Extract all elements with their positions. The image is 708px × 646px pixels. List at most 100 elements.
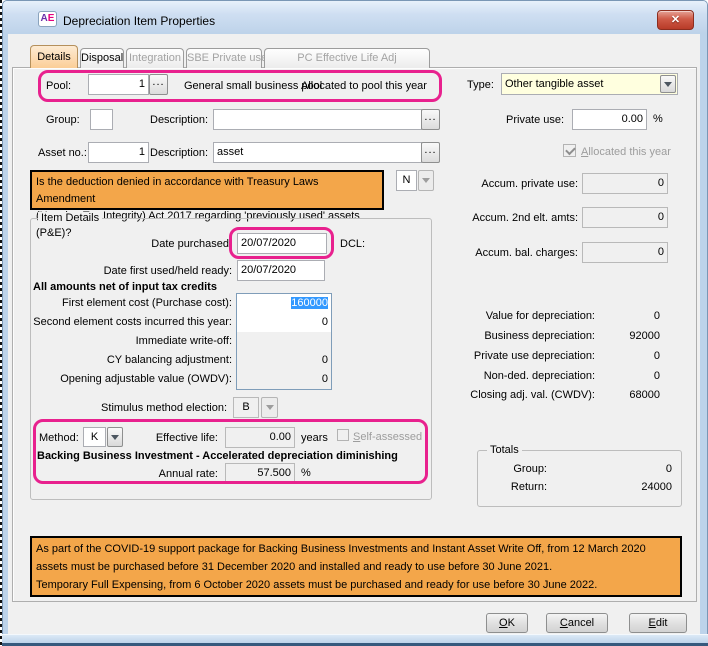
app-icon: AE [38,11,57,27]
asset-no-input[interactable]: 1 [88,142,149,163]
tab-pc-effective-life-adj-label: PC Effective Life Adj [297,52,396,64]
accum-bal-charges-field: 0 [582,242,668,263]
accum-private-use-field: 0 [582,173,668,194]
effective-life-label: Effective life: [120,432,218,445]
group-description-label: Description: [150,114,208,127]
tab-disposal-label: Disposal [81,52,123,64]
pool-allocated-text: Allocated to pool this year [301,80,427,93]
private-use-input[interactable]: 0.00 [572,109,647,130]
cy-balancing-adjustment-field: 0 [237,351,331,370]
ok-button-label: OK [499,614,515,632]
tab-pc-effective-life-adj: PC Effective Life Adj [264,48,430,68]
first-element-cost-value: 160000 [291,297,328,309]
annual-rate-label: Annual rate: [120,468,218,481]
deduction-warning-box: Is the deduction denied in accordance wi… [30,170,384,210]
item-details-title: Item Details [38,212,102,225]
chevron-down-icon [664,82,672,87]
value-for-depreciation-value: 0 [570,310,660,323]
covid-note-line2: assets must be purchased before 31 Decem… [36,558,676,576]
asset-no-label: Asset no.: [38,147,87,160]
depreciation-properties-dialog: AE Depreciation Item Properties ✕ Detail… [0,0,708,646]
method-description-text: Backing Business Investment - Accelerate… [37,450,398,463]
tab-details-label: Details [37,51,71,63]
tab-disposal[interactable]: Disposal [80,48,124,68]
selection-marquee [0,0,2,646]
method-label: Method: [39,432,79,445]
totals-return-value: 24000 [560,481,672,494]
totals-title: Totals [487,444,522,457]
totals-group-value: 0 [560,463,672,476]
covid-note-box: As part of the COVID-19 support package … [30,536,682,597]
pool-input[interactable]: 1 [88,74,149,95]
tab-sbe-private-use: SBE Private use [186,48,262,68]
totals-return-label: Return: [490,481,547,494]
group-input[interactable] [90,109,113,130]
type-select[interactable]: Other tangible asset [501,73,678,95]
immediate-write-off-field [237,332,331,351]
close-button[interactable]: ✕ [657,10,694,30]
asset-description-label: Description: [150,147,208,160]
owdv-field: 0 [237,370,331,389]
asset-description-browse-button[interactable]: ... [421,142,440,163]
tab-integration-label: Integration [129,52,181,64]
private-use-label: Private use: [506,114,564,127]
covid-note-line3: Temporary Full Expensing, from 6 October… [36,576,676,594]
stimulus-method-input: B [233,397,259,418]
annual-rate-unit: % [301,467,311,480]
effective-life-input: 0.00 [225,427,295,448]
accum-2nd-elt-label: Accum. 2nd elt. amts: [420,212,578,225]
ok-button[interactable]: OK [486,613,528,633]
group-description-input[interactable] [213,109,422,130]
cy-balancing-adjustment-label: CY balancing adjustment: [30,354,232,367]
accum-private-use-label: Accum. private use: [420,178,578,191]
deduction-answer-input[interactable]: N [396,170,417,191]
first-element-cost-label: First element cost (Purchase cost): [30,297,232,310]
tab-integration: Integration [126,48,184,68]
group-label: Group: [46,114,80,127]
close-icon: ✕ [671,14,680,26]
window-title: Depreciation Item Properties [63,13,215,29]
date-first-used-label: Date first used/held ready: [60,265,232,278]
date-purchased-input[interactable]: 20/07/2020 [237,233,327,254]
app-icon-letter-a: A [41,13,48,24]
date-purchased-label: Date purchased: [90,238,232,251]
accum-bal-charges-label: Accum. bal. charges: [420,247,578,260]
pool-browse-button[interactable]: ... [149,74,168,95]
edit-button-label: Edit [649,614,668,632]
allocated-this-year-label: Allocated this year [581,146,671,159]
method-input[interactable]: K [83,427,106,447]
group-description-browse-button[interactable]: ... [421,109,440,130]
second-element-costs-label: Second element costs incurred this year: [30,316,232,329]
business-depreciation-value: 92000 [570,330,660,343]
type-dropdown-button[interactable] [660,75,676,93]
stimulus-dropdown-button [261,397,278,418]
self-assessed-label: Self-assessed [353,431,422,444]
covid-note-line1: As part of the COVID-19 support package … [36,540,676,558]
owdv-label: Opening adjustable value (OWDV): [30,373,232,386]
app-icon-letter-e: E [48,13,55,24]
deduction-warning-line1: Is the deduction denied in accordance wi… [36,174,378,208]
cancel-button[interactable]: Cancel [546,613,608,633]
cost-values-box: 160000 0 0 0 [236,293,332,390]
first-element-cost-input[interactable]: 160000 [237,294,331,313]
pool-label: Pool: [46,80,71,93]
net-of-tax-credits-note: All amounts net of input tax credits [33,281,217,294]
type-label: Type: [467,79,494,92]
allocated-this-year-checkbox [563,144,576,157]
annual-rate-input: 57.500 [225,463,295,484]
second-element-costs-input[interactable]: 0 [237,313,331,332]
private-use-depreciation-value: 0 [570,350,660,363]
closing-adj-val-value: 68000 [570,389,660,402]
date-first-used-input[interactable]: 20/07/2020 [237,260,325,281]
stimulus-method-label: Stimulus method election: [60,402,227,415]
non-ded-depreciation-value: 0 [570,370,660,383]
asset-description-input[interactable]: asset [213,142,422,163]
edit-button[interactable]: Edit [629,613,687,633]
tab-details[interactable]: Details [30,45,78,68]
cancel-button-label: Cancel [560,614,594,632]
tab-sbe-private-use-label: SBE Private use [187,52,267,64]
chevron-down-icon [266,405,274,410]
check-icon [565,145,576,156]
chevron-down-icon [111,435,119,440]
dcl-label: DCL: [340,238,365,251]
